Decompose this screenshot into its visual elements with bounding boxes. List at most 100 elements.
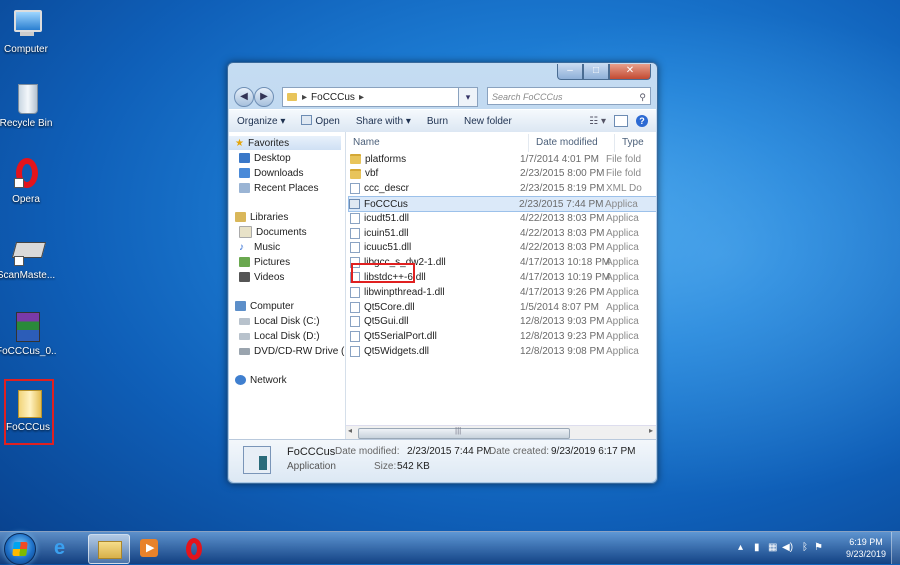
nav-recent-places[interactable]: Recent Places — [239, 181, 318, 195]
file-row[interactable]: platforms 1/7/2014 4:01 PM File fold — [350, 152, 656, 166]
nav-label: Videos — [254, 271, 285, 283]
system-tray: ▴ ▮ ▦ ◀) ᛒ ⚑ 6:19 PM 9/23/2019 — [730, 532, 900, 564]
nav-pictures[interactable]: Pictures — [239, 255, 290, 269]
column-header-name[interactable]: Name — [346, 134, 529, 152]
dvd-drive-icon — [239, 347, 250, 355]
file-name-cell: Qt5SerialPort.dll — [350, 331, 520, 343]
scrollbar-thumb[interactable] — [358, 426, 570, 439]
file-row[interactable]: icuuc51.dll 4/22/2013 8:03 PM Applica — [350, 241, 656, 255]
desktop-icon-opera[interactable]: Opera — [0, 158, 56, 205]
taskbar-explorer[interactable] — [88, 534, 130, 564]
file-row[interactable]: Qt5Core.dll 1/5/2014 8:07 PM Applica — [350, 300, 656, 314]
show-desktop-button[interactable] — [891, 532, 900, 564]
clock[interactable]: 6:19 PM 9/23/2019 — [846, 536, 886, 560]
file-name-cell: Qt5Widgets.dll — [350, 345, 520, 357]
nav-local-disk-d[interactable]: Local Disk (D:) — [239, 329, 320, 343]
nav-downloads[interactable]: Downloads — [239, 166, 303, 180]
file-type: Applica — [606, 227, 639, 239]
desktop-icon-foccus-archive[interactable]: FoCCCus_0... — [0, 310, 56, 357]
desktop-icon-recycle-bin[interactable]: Recycle Bin — [0, 82, 56, 129]
file-type: File fold — [606, 168, 642, 180]
burn-button[interactable]: Burn — [419, 116, 456, 127]
column-header-date[interactable]: Date modified — [529, 134, 615, 152]
taskbar-ie[interactable]: e — [44, 534, 84, 562]
nav-desktop[interactable]: Desktop — [239, 151, 291, 165]
share-with-menu[interactable]: Share with ▾ — [348, 116, 419, 127]
nav-music[interactable]: ♪ Music — [239, 240, 280, 254]
desktop-icon-computer[interactable]: Computer — [0, 8, 56, 55]
column-header-type[interactable]: Type — [615, 134, 656, 152]
view-options-icon[interactable]: ☷ ▾ — [589, 116, 606, 127]
open-button[interactable]: Open — [293, 115, 347, 127]
nav-label: Local Disk (D:) — [254, 330, 320, 342]
show-hidden-icons[interactable]: ▴ — [738, 542, 743, 553]
file-row[interactable]: Qt5Gui.dll 12/8/2013 9:03 PM Applica — [350, 315, 656, 329]
nav-dvd-drive[interactable]: DVD/CD-RW Drive ( — [239, 344, 344, 358]
start-button[interactable] — [4, 533, 36, 565]
navigation-pane: ★ Favorites Desktop Downloads Recent Pla… — [229, 132, 346, 439]
file-row[interactable]: vbf 2/23/2015 8:00 PM File fold — [350, 167, 656, 181]
file-date: 12/8/2013 9:08 PM — [520, 345, 605, 357]
highlight-box-selected-file — [351, 263, 415, 283]
back-button[interactable]: ◀ — [234, 87, 254, 107]
command-bar: Organize ▾ Open Share with ▾ Burn New fo… — [229, 109, 656, 133]
nav-videos[interactable]: Videos — [239, 270, 284, 284]
nav-local-disk-c[interactable]: Local Disk (C:) — [239, 314, 320, 328]
volume-icon[interactable]: ◀) — [782, 542, 793, 553]
file-name: icudt51.dll — [364, 212, 410, 224]
file-row[interactable]: ccc_descr 2/23/2015 8:19 PM XML Do — [350, 182, 656, 196]
minimize-button[interactable]: – — [557, 64, 583, 80]
file-row[interactable]: icuin51.dll 4/22/2013 8:03 PM Applica — [350, 226, 656, 240]
battery-icon[interactable]: ▮ — [754, 542, 760, 553]
scroll-right-icon[interactable]: ▸ — [649, 426, 653, 435]
desktop-icon-label: ScanMaste... — [0, 270, 56, 281]
details-size-label: Size: — [374, 461, 397, 472]
bluetooth-icon[interactable]: ᛒ — [802, 542, 808, 553]
file-type: Applica — [606, 271, 639, 283]
file-row[interactable]: Qt5SerialPort.dll 12/8/2013 9:23 PM Applic… — [350, 330, 656, 344]
computer-icon — [235, 301, 246, 311]
nav-computer[interactable]: Computer — [229, 299, 294, 313]
explorer-window[interactable]: – □ ✕ ◀ ▶ ▸ FoCCCus ▸ ▾ Search FoCCCus ⚲… — [227, 62, 658, 484]
desktop-icon-scanmaster[interactable]: ScanMaste... — [0, 234, 56, 281]
details-name: FoCCCus — [287, 446, 336, 458]
file-row[interactable]: Qt5Widgets.dll 12/8/2013 9:08 PM Applica — [350, 344, 656, 358]
file-row[interactable]: libwinpthread-1.dll 4/17/2013 9:26 PM Appl… — [350, 285, 656, 299]
network-icon[interactable]: ▦ — [768, 542, 777, 553]
network-icon — [235, 375, 246, 385]
breadcrumb-folder[interactable]: FoCCCus — [311, 92, 355, 103]
file-icon — [350, 345, 360, 357]
file-row[interactable]: icudt51.dll 4/22/2013 8:03 PM Applica — [350, 211, 656, 225]
scroll-left-icon[interactable]: ◂ — [348, 426, 352, 435]
nav-libraries[interactable]: Libraries — [229, 210, 288, 224]
file-name: Qt5Widgets.dll — [364, 345, 430, 357]
folder-icon — [350, 168, 361, 179]
close-button[interactable]: ✕ — [609, 64, 651, 80]
maximize-button[interactable]: □ — [583, 64, 609, 80]
file-type: File fold — [606, 153, 642, 165]
file-row[interactable]: FoCCCus 2/23/2015 7:44 PM Applica — [348, 196, 656, 213]
help-icon[interactable]: ? — [636, 115, 648, 127]
nav-network[interactable]: Network — [229, 373, 287, 387]
file-date: 2/23/2015 8:19 PM — [520, 183, 605, 195]
new-folder-button[interactable]: New folder — [456, 116, 520, 127]
taskbar-media-player[interactable]: ▶ — [130, 534, 170, 562]
action-center-icon[interactable]: ⚑ — [814, 542, 823, 553]
nav-label: Recent Places — [254, 182, 319, 194]
forward-button[interactable]: ▶ — [254, 87, 274, 107]
pictures-icon — [239, 257, 250, 267]
file-icon — [350, 183, 360, 195]
refresh-button[interactable]: ▾ — [458, 87, 478, 107]
details-modified-value: 2/23/2015 7:44 PM — [407, 446, 492, 457]
nav-documents[interactable]: Documents — [239, 225, 307, 239]
recycle-bin-icon — [10, 82, 42, 116]
horizontal-scrollbar[interactable]: ◂ ▸ — [346, 425, 656, 440]
desktop-icon-label: FoCCCus_0... — [0, 346, 56, 357]
taskbar-opera[interactable] — [174, 534, 214, 562]
search-input[interactable]: Search FoCCCus ⚲ — [487, 87, 651, 105]
organize-menu[interactable]: Organize ▾ — [229, 116, 293, 127]
address-bar[interactable]: ▸ FoCCCus ▸ — [282, 87, 474, 107]
file-name-cell: ccc_descr — [350, 183, 520, 195]
nav-favorites[interactable]: ★ Favorites — [229, 136, 341, 150]
preview-pane-icon[interactable] — [614, 115, 628, 127]
